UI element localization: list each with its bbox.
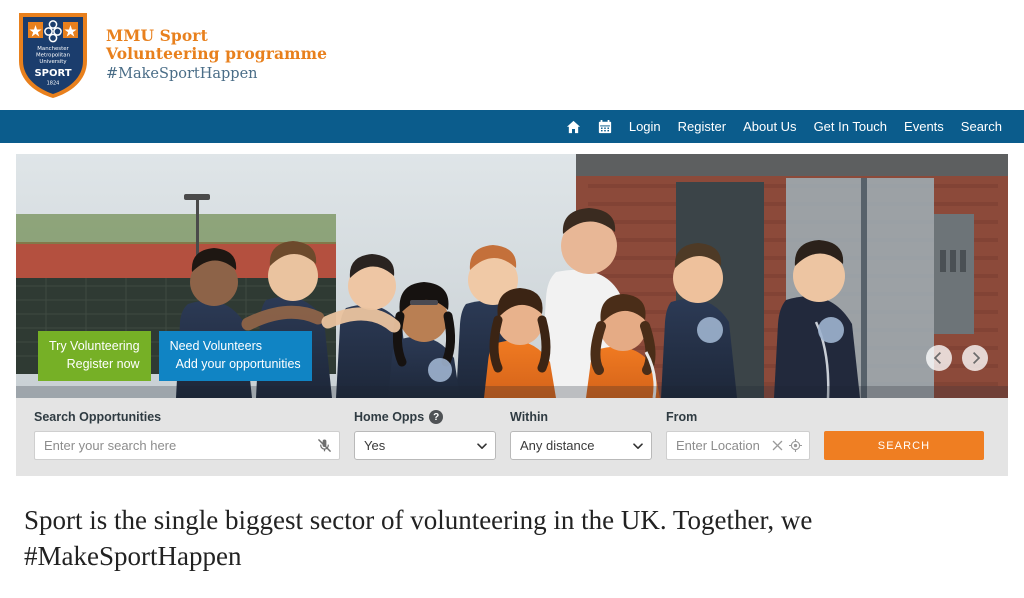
need-volunteers-button[interactable]: Need Volunteers Add your opportunities (158, 330, 312, 381)
nav-item-home[interactable] (566, 120, 581, 134)
brand-title-line2: Volunteering programme (106, 44, 328, 64)
calendar-icon (598, 119, 612, 134)
logo-line-1: Manchester (37, 46, 69, 52)
chevron-left-icon (933, 352, 945, 364)
opportunity-search-panel: Search Opportunities Home (16, 398, 1008, 476)
main-navigation: Login Register About Us Get In Touch Eve… (0, 110, 1024, 143)
content-wrapper: Try Volunteering Register now Need Volun… (16, 143, 1008, 574)
carousel-prev-button[interactable] (926, 345, 952, 371)
need-volunteers-title: Need Volunteers (169, 338, 262, 353)
home-opps-select[interactable]: Yes (354, 431, 496, 460)
location-input-icons (772, 432, 802, 459)
carousel-next-button[interactable] (962, 345, 988, 371)
from-location-field: From (666, 410, 810, 460)
logo-line-2: Metropolitan (36, 53, 70, 59)
try-volunteering-button[interactable]: Try Volunteering Register now (38, 330, 151, 381)
nav-item-calendar[interactable] (598, 119, 612, 134)
search-opportunities-field: Search Opportunities (34, 410, 340, 460)
logo-year-text: 1824 (47, 81, 60, 87)
nav-item-register[interactable]: Register (678, 119, 726, 134)
brand-title-line1: MMU Sport (106, 26, 208, 46)
chevron-right-icon (969, 352, 981, 364)
help-icon[interactable]: ? (429, 410, 444, 424)
search-input-shell (34, 431, 340, 460)
crosshair-icon[interactable] (789, 439, 802, 452)
within-distance-select[interactable]: Any distance (510, 431, 652, 460)
nav-item-search[interactable]: Search (961, 119, 1002, 134)
home-opps-label: Home Opps ? (354, 410, 496, 424)
within-label: Within (510, 410, 549, 424)
from-label: From (666, 410, 698, 424)
nav-item-get-in-touch[interactable]: Get In Touch (814, 119, 887, 134)
hero-cta-group: Try Volunteering Register now Need Volun… (38, 330, 312, 381)
hero-carousel: Try Volunteering Register now Need Volun… (16, 154, 1008, 398)
mmu-sport-logo[interactable]: Manchester Metropolitan University SPORT… (16, 9, 90, 101)
brand-block: MMU Sport Volunteering programme #MakeSp… (106, 26, 328, 83)
logo-sport-text: SPORT (34, 68, 71, 79)
home-icon (566, 120, 581, 134)
search-opportunities-label: Search Opportunities (34, 410, 162, 424)
within-distance-field: Within Any distance (510, 410, 652, 460)
need-volunteers-subtitle: Add your opportunities (175, 356, 301, 371)
location-input-shell (666, 431, 810, 460)
search-input[interactable] (35, 432, 339, 459)
search-submit-button[interactable]: SEARCH (824, 431, 984, 460)
page-headline: Sport is the single biggest sector of vo… (24, 505, 813, 572)
nav-item-about-us[interactable]: About Us (743, 119, 796, 134)
nav-item-events[interactable]: Events (904, 119, 944, 134)
close-icon[interactable] (772, 440, 783, 451)
try-volunteering-subtitle: Register now (66, 356, 140, 371)
home-opps-field: Home Opps ? Yes (354, 410, 496, 460)
try-volunteering-title: Try Volunteering (49, 338, 140, 353)
logo-line-3: University (39, 59, 67, 65)
site-header: Manchester Metropolitan University SPORT… (0, 0, 1024, 110)
search-input-icons (317, 432, 332, 459)
home-opps-label-text: Home Opps (354, 410, 425, 424)
brand-hashtag: #MakeSportHappen (106, 65, 258, 82)
nav-item-login[interactable]: Login (629, 119, 661, 134)
microphone-slash-icon[interactable] (317, 438, 332, 453)
